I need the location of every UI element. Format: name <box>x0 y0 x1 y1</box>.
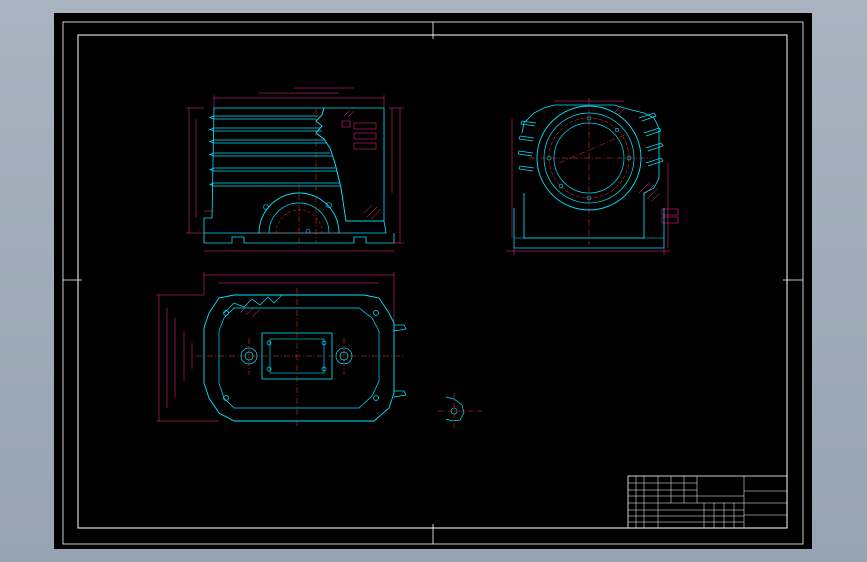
cad-drawing <box>62 21 804 545</box>
front-view <box>186 87 404 252</box>
detail-view <box>438 393 482 429</box>
sheet-border <box>62 21 804 545</box>
top-view <box>156 272 407 428</box>
drawing-frame <box>77 34 788 529</box>
drawing-sheet <box>54 13 812 549</box>
centering-marks <box>63 22 803 544</box>
side-view <box>506 98 679 255</box>
title-block <box>627 475 788 529</box>
